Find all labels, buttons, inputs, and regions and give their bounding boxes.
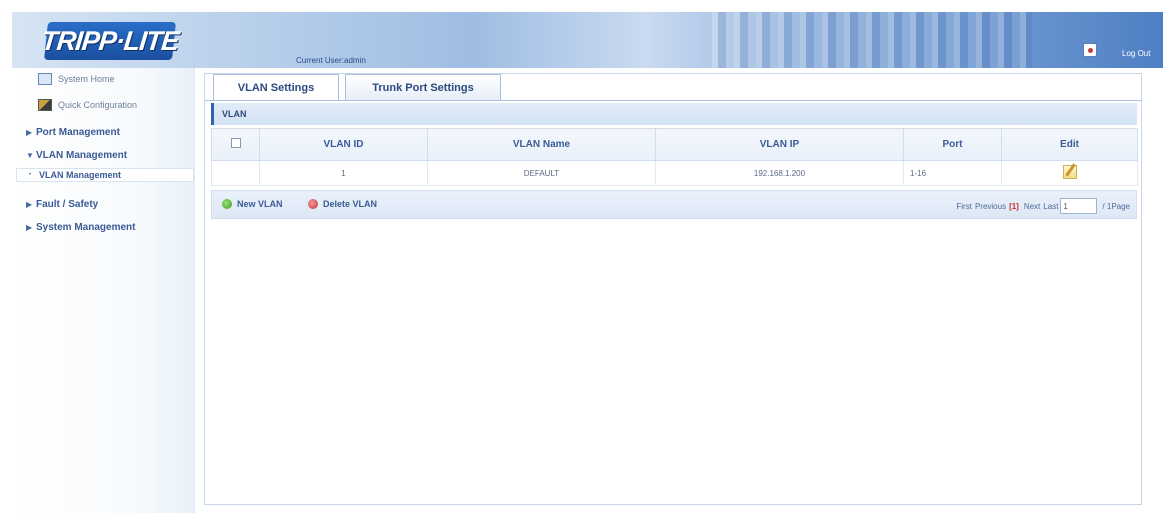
header-decoration bbox=[712, 12, 1032, 68]
first-page-link[interactable]: First bbox=[956, 202, 972, 211]
select-all-header[interactable] bbox=[211, 128, 260, 161]
cell-vlan-ip: 192.168.1.200 bbox=[655, 160, 904, 186]
tab-divider bbox=[205, 100, 1141, 101]
sidebar-item-label: System Home bbox=[58, 74, 115, 84]
sidebar-item-fault-safety[interactable]: ▶ Fault / Safety bbox=[26, 195, 98, 213]
home-icon bbox=[38, 73, 52, 85]
cell-vlan-id: 1 bbox=[259, 160, 428, 186]
next-page-link[interactable]: Next bbox=[1024, 202, 1040, 211]
sidebar-item-port-management[interactable]: ▶ Port Management bbox=[26, 123, 120, 141]
sidebar-item-label: System Management bbox=[36, 221, 136, 233]
column-header-vlan-ip: VLAN IP bbox=[655, 128, 904, 161]
delete-vlan-label: Delete VLAN bbox=[323, 199, 378, 209]
new-vlan-button[interactable]: New VLAN bbox=[222, 199, 283, 209]
edit-icon[interactable] bbox=[1062, 165, 1077, 179]
sidebar-item-label: Fault / Safety bbox=[36, 198, 99, 210]
collapse-arrow-icon: ▼ bbox=[26, 150, 34, 160]
column-header-vlan-name: VLAN Name bbox=[427, 128, 656, 161]
current-page: [1] bbox=[1009, 201, 1019, 211]
cell-vlan-name: DEFAULT bbox=[427, 160, 656, 186]
sidebar-nav: System Home Quick Configuration ▶ Port M… bbox=[12, 68, 195, 513]
column-header-edit: Edit bbox=[1001, 128, 1138, 161]
sidebar-item-label: Quick Configuration bbox=[58, 100, 138, 110]
sidebar-item-vlan-management[interactable]: ▼ VLAN Management bbox=[26, 146, 127, 164]
expand-arrow-icon: ▶ bbox=[26, 222, 33, 232]
delete-vlan-button[interactable]: Delete VLAN bbox=[308, 199, 377, 209]
tab-vlan-settings[interactable]: VLAN Settings bbox=[213, 74, 339, 100]
expand-arrow-icon: ▶ bbox=[26, 199, 33, 209]
new-vlan-label: New VLAN bbox=[237, 199, 283, 209]
vlan-table: VLAN ID VLAN Name VLAN IP Port Edit 1 DE… bbox=[211, 128, 1138, 186]
table-row: 1 DEFAULT 192.168.1.200 1-16 bbox=[211, 160, 1138, 186]
column-header-vlan-id: VLAN ID bbox=[259, 128, 428, 161]
current-user-label: Current User:admin bbox=[296, 56, 366, 65]
row-select-cell bbox=[211, 160, 260, 186]
header-banner: TRIPP·LITE Current User:admin Log Out bbox=[12, 12, 1163, 68]
sidebar-item-quick-configuration[interactable]: Quick Configuration bbox=[38, 96, 137, 114]
delete-icon bbox=[308, 199, 318, 209]
sidebar-item-system-home[interactable]: System Home bbox=[38, 70, 115, 88]
page-number-input[interactable] bbox=[1060, 198, 1098, 214]
sidebar-item-label: Port Management bbox=[36, 126, 120, 138]
logout-icon[interactable] bbox=[1083, 43, 1097, 57]
page-total: / 1Page bbox=[1102, 201, 1130, 211]
cell-port: 1-16 bbox=[903, 160, 1002, 186]
logout-link[interactable]: Log Out bbox=[1122, 49, 1150, 58]
last-page-link[interactable]: Last bbox=[1043, 202, 1058, 211]
add-icon bbox=[222, 199, 232, 209]
tripp-lite-logo: TRIPP·LITE bbox=[40, 22, 180, 60]
sidebar-item-system-management[interactable]: ▶ System Management bbox=[26, 218, 135, 236]
select-all-checkbox[interactable] bbox=[230, 138, 241, 148]
previous-page-link[interactable]: Previous bbox=[975, 202, 1006, 211]
sidebar-item-label: VLAN Management bbox=[36, 149, 128, 161]
table-header-row: VLAN ID VLAN Name VLAN IP Port Edit bbox=[211, 128, 1138, 161]
section-title: VLAN bbox=[211, 103, 1137, 125]
main-panel: VLAN Settings Trunk Port Settings VLAN V… bbox=[204, 73, 1142, 505]
pagination: First Previous [1] Next Last / 1Page bbox=[953, 198, 1130, 214]
bullet-icon: • bbox=[29, 172, 32, 178]
sidebar-subitem-vlan-management[interactable]: • VLAN Management bbox=[16, 168, 194, 182]
action-bar: New VLAN Delete VLAN First Previous [1] … bbox=[211, 190, 1137, 219]
column-header-port: Port bbox=[903, 128, 1002, 161]
tab-trunk-port-settings[interactable]: Trunk Port Settings bbox=[345, 74, 501, 100]
sidebar-subitem-label: VLAN Management bbox=[39, 170, 122, 180]
cell-edit bbox=[1001, 160, 1138, 186]
quick-config-icon bbox=[38, 99, 52, 111]
expand-arrow-icon: ▶ bbox=[26, 127, 33, 137]
